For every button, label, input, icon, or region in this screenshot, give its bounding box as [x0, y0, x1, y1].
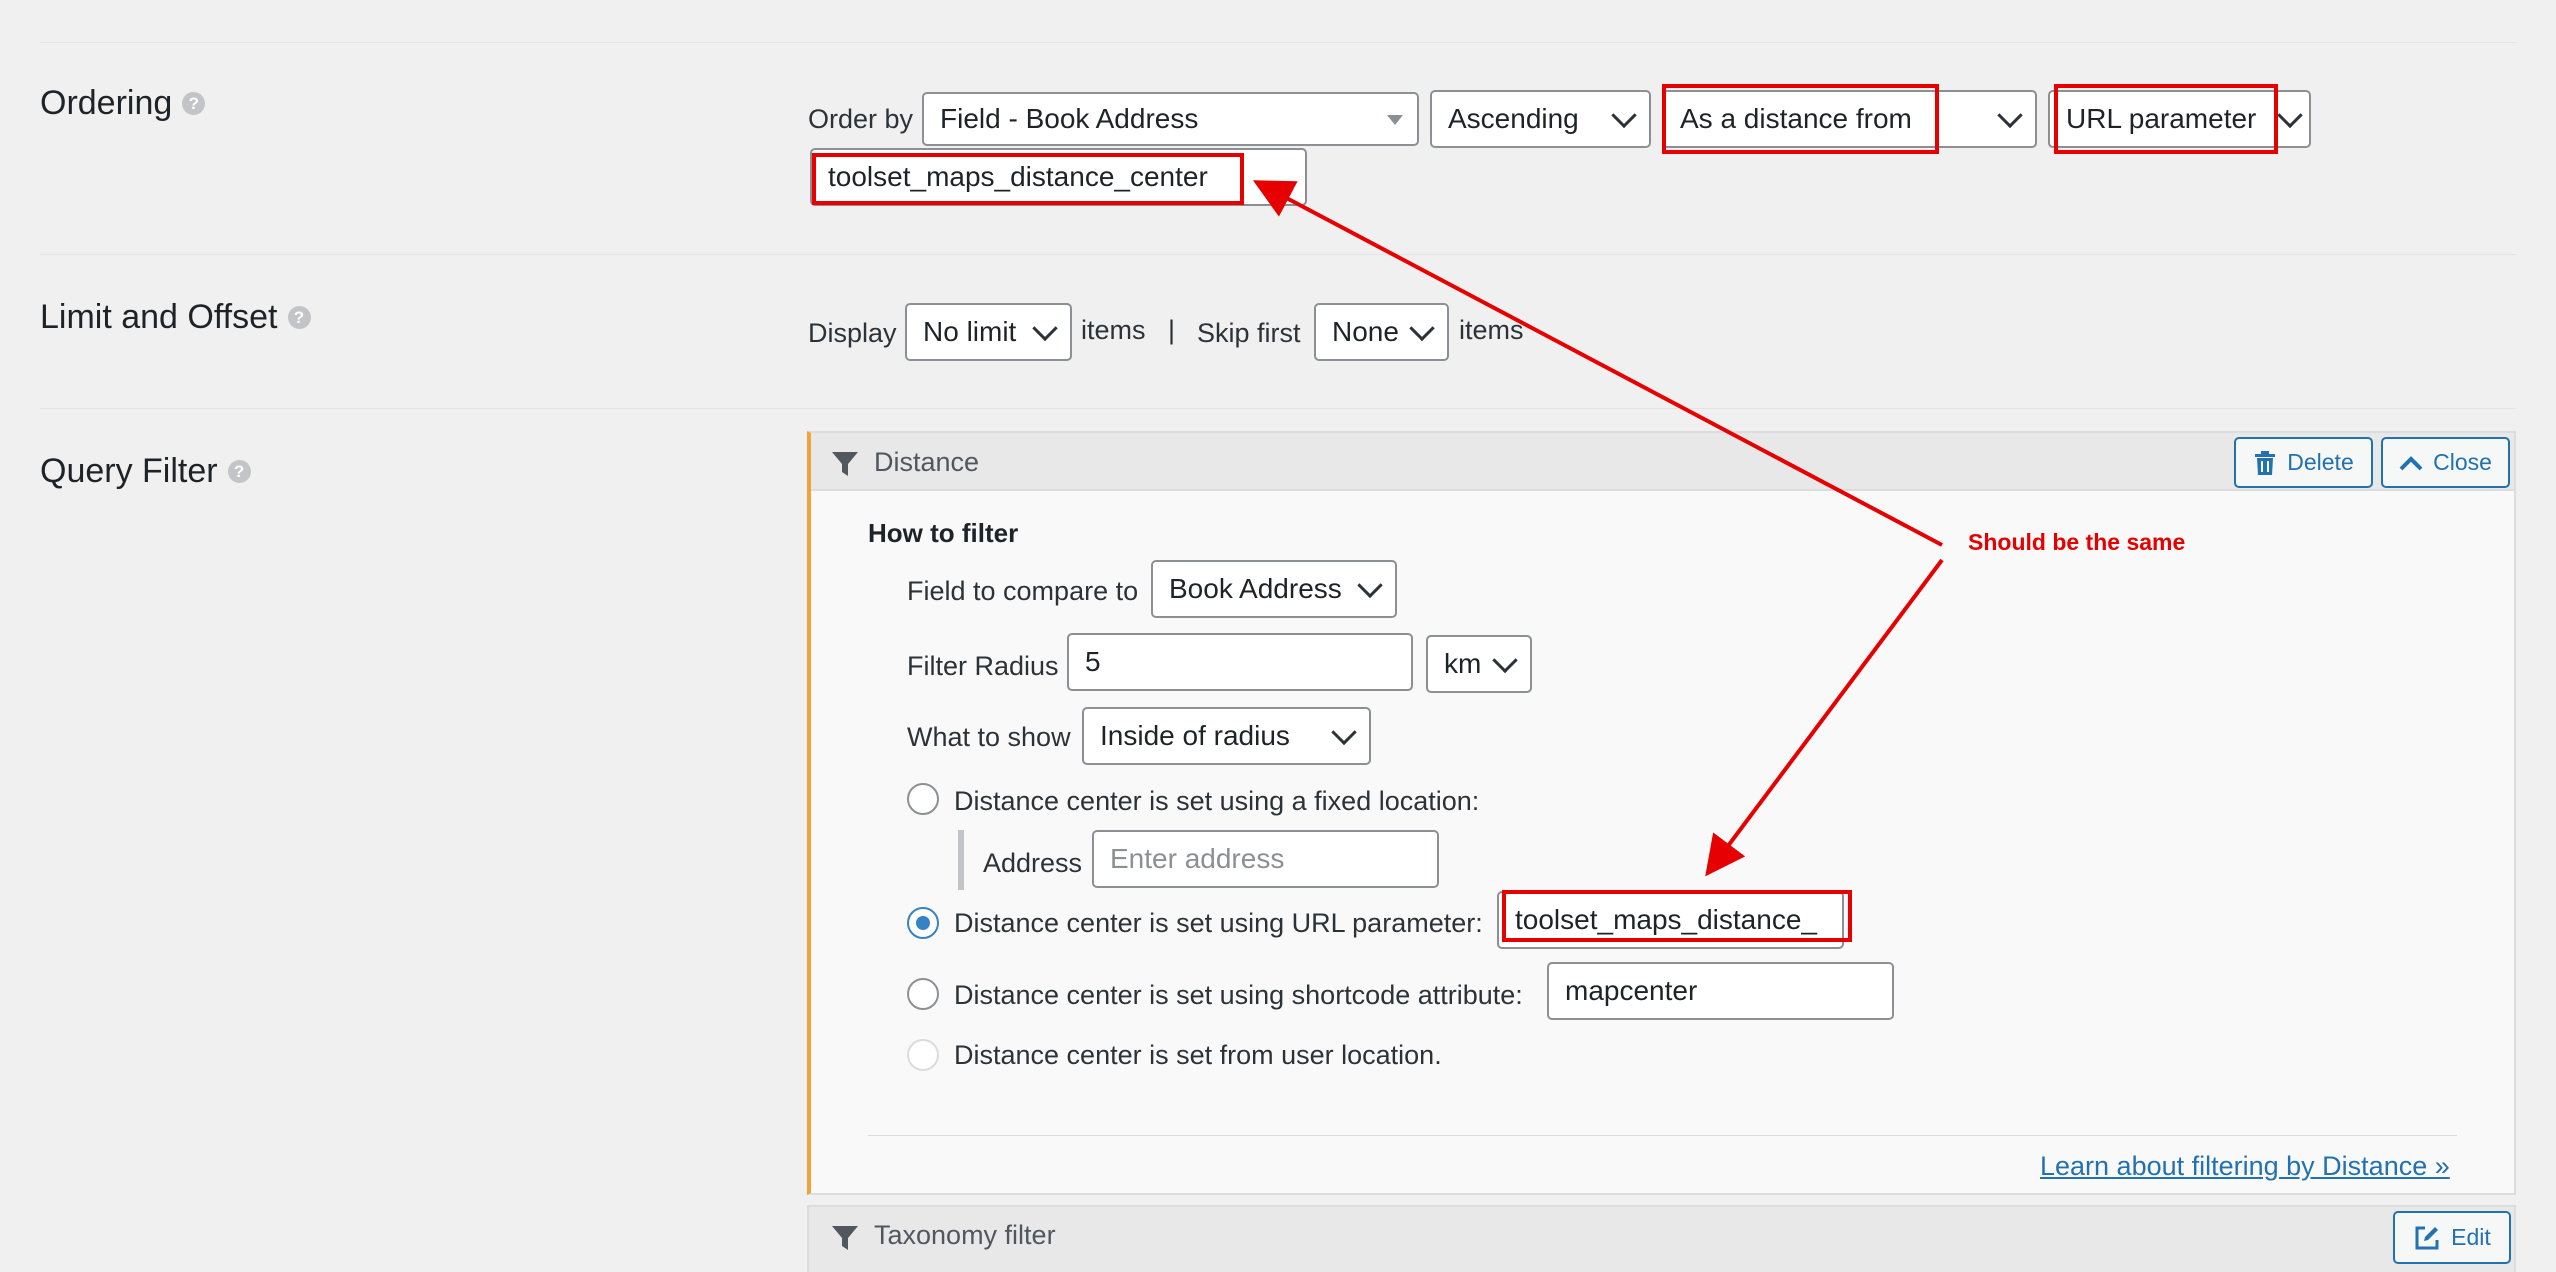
annotation-text: Should be the same	[1968, 529, 2186, 555]
annotation-arrows	[1252, 180, 1944, 877]
